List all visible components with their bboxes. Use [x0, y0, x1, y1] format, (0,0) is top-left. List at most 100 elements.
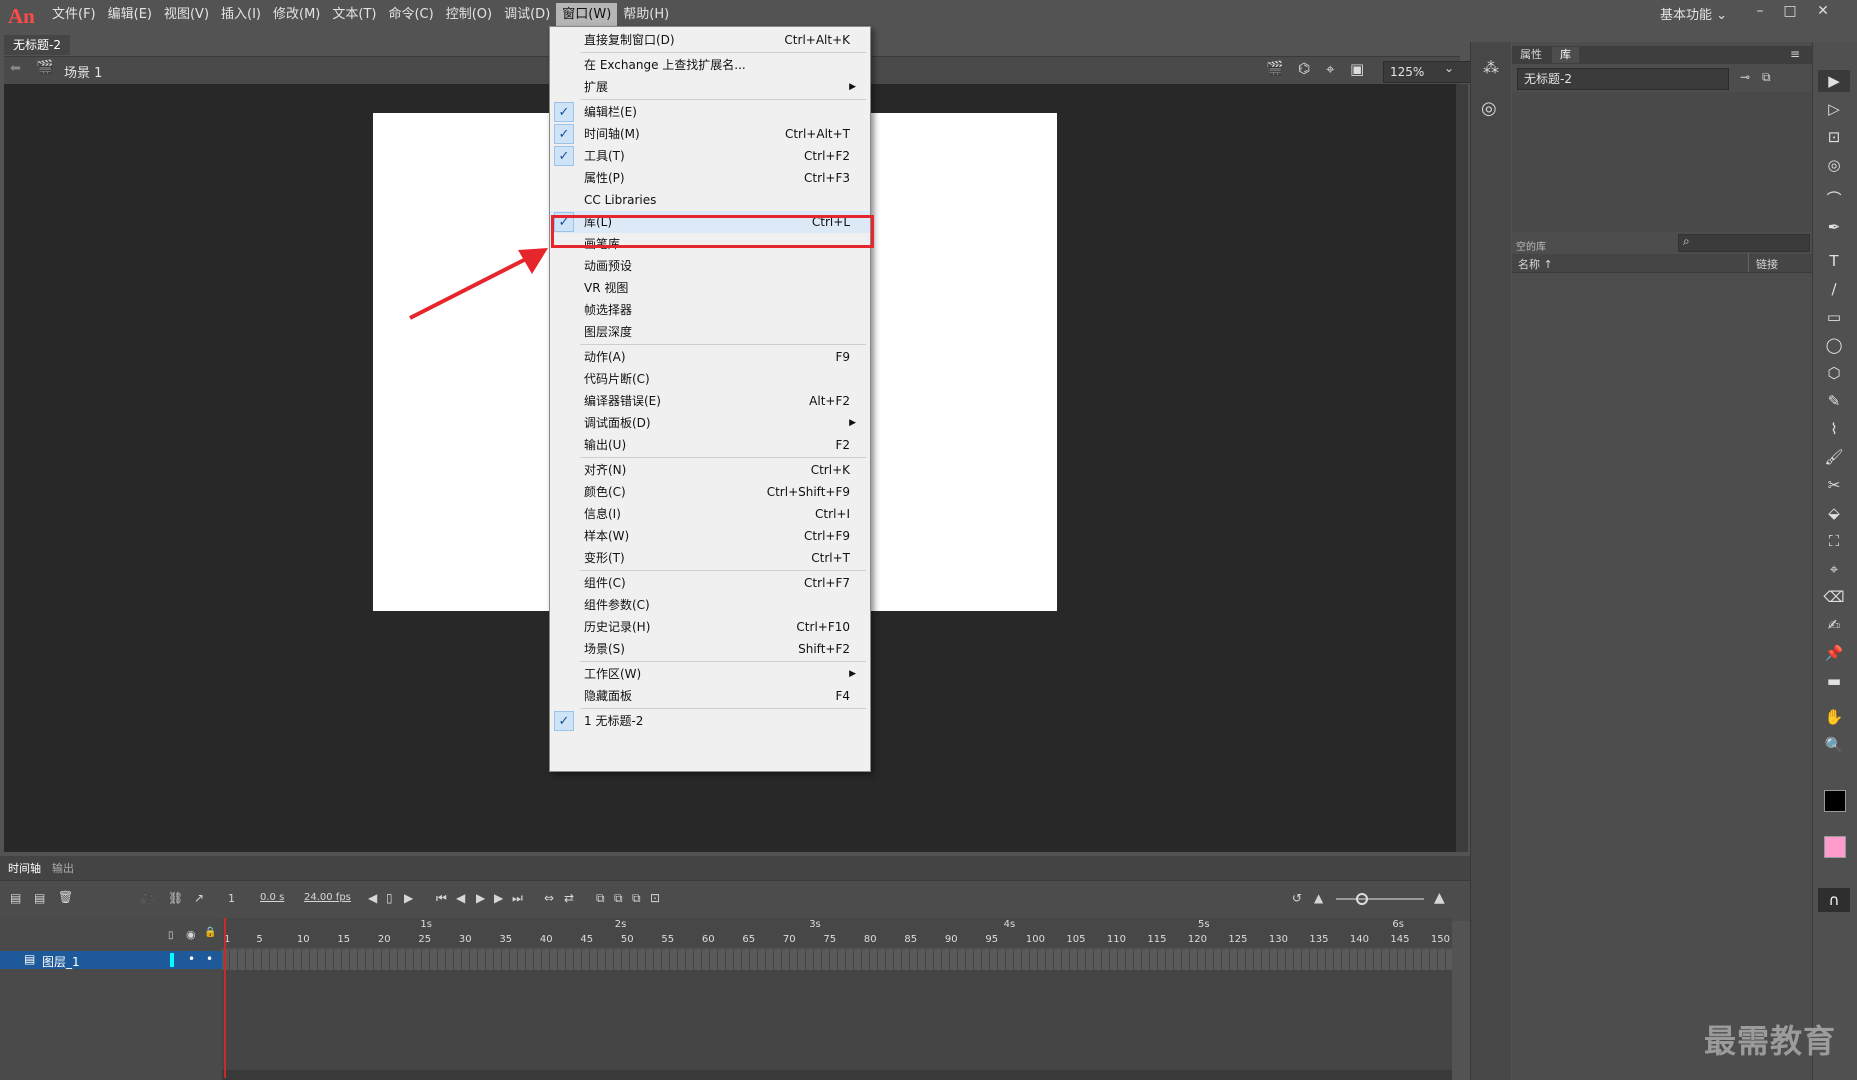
window-menu-item[interactable]: 动画预设 — [550, 255, 870, 277]
new-folder-icon[interactable]: ▤ — [34, 891, 45, 905]
window-menu-item[interactable]: 信息(I) Ctrl+I — [550, 503, 870, 525]
tool-16-icon[interactable]: ⛶ — [1818, 530, 1850, 552]
menu-1[interactable]: 编辑(E) — [102, 0, 158, 30]
tool-6-icon[interactable]: T — [1818, 250, 1850, 272]
step-back-icon[interactable]: ◀ — [368, 891, 377, 905]
stage-vertical-scrollbar[interactable] — [1456, 84, 1468, 852]
library-search-input[interactable]: ⌕ — [1678, 234, 1810, 252]
maximize-button[interactable]: □ — [1775, 0, 1805, 22]
fill-color-swatch[interactable] — [1824, 836, 1846, 858]
onion-outline-icon[interactable]: ⧉ — [614, 891, 623, 906]
current-time[interactable]: 0.0 s — [260, 892, 284, 903]
tab-timeline[interactable]: 时间轴 — [8, 860, 41, 876]
current-frame[interactable]: 1 — [228, 892, 235, 905]
window-menu-item[interactable]: ✓ 1 无标题-2 — [550, 710, 870, 732]
prev-frame-icon[interactable]: ◀ — [456, 891, 465, 905]
edit-scene-icon[interactable]: 🎬 — [1266, 61, 1283, 77]
layer-color-swatch[interactable] — [170, 953, 174, 967]
window-menu-item[interactable]: ✓ 时间轴(M) Ctrl+Alt+T — [550, 123, 870, 145]
tool-1-icon[interactable]: ▷ — [1818, 98, 1850, 120]
pin-library-icon[interactable]: ⊸ — [1740, 70, 1750, 84]
clip-content-icon[interactable]: ▣ — [1350, 60, 1364, 78]
eye-icon[interactable]: ◉ — [186, 928, 196, 941]
window-menu-item[interactable]: 变形(T) Ctrl+T — [550, 547, 870, 569]
center-frame-icon[interactable]: ⇔ — [544, 891, 554, 905]
edit-symbol-icon[interactable]: ⌬ — [1298, 61, 1310, 77]
graph-icon[interactable]: ↗ — [194, 891, 204, 905]
tool-8-icon[interactable]: ▭ — [1818, 306, 1850, 328]
snap-magnet-icon[interactable]: ∩ — [1818, 888, 1850, 912]
outline-column-icon[interactable]: ▯ — [168, 930, 174, 941]
cc-libraries-icon[interactable]: ◎ — [1481, 98, 1497, 119]
menu-5[interactable]: 文本(T) — [326, 0, 382, 30]
tool-7-icon[interactable]: ∕ — [1818, 278, 1850, 300]
stroke-color-swatch[interactable] — [1824, 790, 1846, 812]
visibility-dot[interactable]: • — [188, 952, 195, 966]
window-menu-item[interactable]: 隐藏面板 F4 — [550, 685, 870, 707]
lock-dot[interactable]: • — [206, 952, 213, 966]
tool-15-icon[interactable]: ⬙ — [1818, 502, 1850, 524]
loop-icon[interactable]: ⇄ — [564, 891, 574, 905]
column-name[interactable]: 名称 ↑ — [1518, 256, 1553, 272]
go-last-icon[interactable]: ⏭ — [512, 891, 523, 906]
menu-3[interactable]: 插入(I) — [215, 0, 267, 30]
menu-4[interactable]: 修改(M) — [267, 0, 326, 30]
tool-18-icon[interactable]: ⌫ — [1818, 586, 1850, 608]
back-arrow-icon[interactable]: ⬅ — [10, 61, 21, 76]
new-layer-icon[interactable]: ▤ — [10, 891, 21, 905]
window-menu-item[interactable]: 工作区(W) ▶ — [550, 663, 870, 685]
tool-23-icon[interactable]: 🔍 — [1818, 734, 1850, 756]
window-menu-item[interactable]: 输出(U) F2 — [550, 434, 870, 456]
modify-markers-icon[interactable]: ⊡ — [650, 891, 660, 905]
tool-11-icon[interactable]: ✎ — [1818, 390, 1850, 412]
tab-library[interactable]: 库 — [1552, 47, 1579, 63]
document-tab[interactable]: 无标题-2 — [4, 35, 70, 55]
window-menu-item[interactable]: 调试面板(D) ▶ — [550, 412, 870, 434]
tool-22-icon[interactable]: ✋ — [1818, 706, 1850, 728]
menu-8[interactable]: 调试(D) — [498, 0, 556, 30]
tool-0-icon[interactable]: ▶ — [1818, 70, 1850, 92]
window-menu-item[interactable]: 编译器错误(E) Alt+F2 — [550, 390, 870, 412]
menu-2[interactable]: 视图(V) — [158, 0, 215, 30]
frame-rate[interactable]: 24.00 fps — [304, 892, 351, 903]
slider-handle[interactable] — [1356, 893, 1368, 905]
tool-4-icon[interactable]: ⌒ — [1818, 188, 1850, 210]
window-menu-item[interactable]: 在 Exchange 上查找扩展名... — [550, 54, 870, 76]
window-menu-item[interactable]: VR 视图 — [550, 277, 870, 299]
panel-menu-icon[interactable]: ≡ — [1790, 47, 1800, 61]
small-mountain-icon[interactable]: ▲ — [1314, 891, 1323, 905]
tool-19-icon[interactable]: ✍ — [1818, 614, 1850, 636]
window-menu-item[interactable]: 动作(A) F9 — [550, 346, 870, 368]
tab-output[interactable]: 输出 — [52, 860, 74, 876]
scene-label[interactable]: 场景 1 — [64, 62, 102, 81]
window-menu-item[interactable]: 属性(P) Ctrl+F3 — [550, 167, 870, 189]
layer-name[interactable]: 图层_1 — [42, 953, 80, 970]
window-menu-item[interactable]: 颜色(C) Ctrl+Shift+F9 — [550, 481, 870, 503]
zoom-select[interactable]: 125% — [1383, 61, 1471, 83]
window-menu-item[interactable]: 组件参数(C) — [550, 594, 870, 616]
edit-multiple-icon[interactable]: ⧉ — [632, 891, 641, 906]
tool-10-icon[interactable]: ⬡ — [1818, 362, 1850, 384]
step-forward-icon[interactable]: ▶ — [404, 891, 413, 905]
window-menu-item[interactable]: CC Libraries — [550, 189, 870, 211]
timeline-horizontal-scrollbar[interactable] — [222, 1070, 1452, 1080]
menu-9[interactable]: 窗口(W) — [556, 3, 618, 27]
undo-icon[interactable]: ↺ — [1292, 891, 1302, 905]
window-menu-item[interactable]: ✓ 编辑栏(E) — [550, 101, 870, 123]
next-frame-icon[interactable]: ▶ — [494, 891, 503, 905]
workspace-switcher[interactable]: 基本功能 ⌄ — [1660, 6, 1727, 26]
column-linkage[interactable]: 链接 — [1756, 256, 1778, 272]
tool-13-icon[interactable]: 🖌 — [1818, 446, 1850, 468]
tool-14-icon[interactable]: ✂ — [1818, 474, 1850, 496]
tool-5-icon[interactable]: ✒ — [1818, 216, 1850, 238]
lock-icon[interactable]: 🔒 — [204, 927, 216, 938]
tool-9-icon[interactable]: ◯ — [1818, 334, 1850, 356]
window-menu-item[interactable]: 代码片断(C) — [550, 368, 870, 390]
window-menu-item[interactable]: 对齐(N) Ctrl+K — [550, 459, 870, 481]
tab-properties[interactable]: 属性 — [1512, 47, 1550, 63]
tool-20-icon[interactable]: 📌 — [1818, 642, 1850, 664]
menu-7[interactable]: 控制(O) — [440, 0, 498, 30]
minimize-button[interactable]: – — [1745, 0, 1775, 22]
tool-3-icon[interactable]: ◎ — [1818, 154, 1850, 176]
tool-2-icon[interactable]: ⊡ — [1818, 126, 1850, 148]
